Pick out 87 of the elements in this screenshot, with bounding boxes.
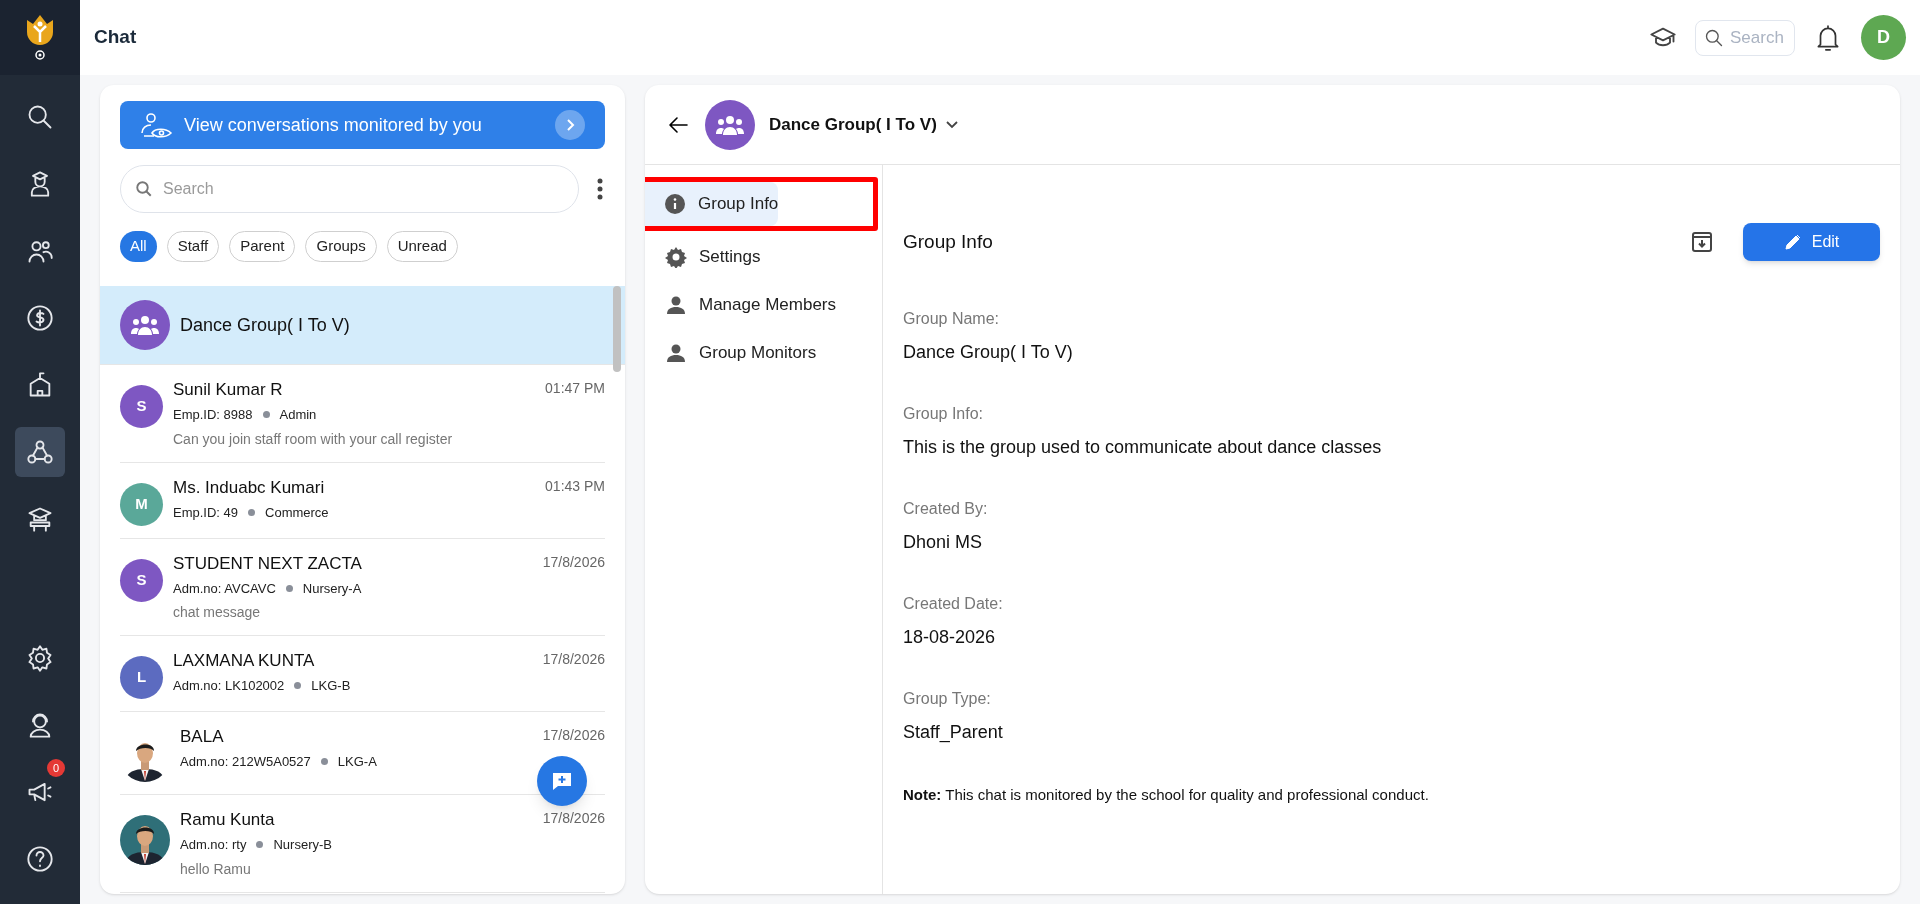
side-tab[interactable]: Manage Members <box>645 283 836 327</box>
contact-tag: LKG-A <box>337 752 377 772</box>
contact-avatar: S <box>120 385 163 428</box>
conversation-row[interactable]: S Sunil Kumar R 01:47 PM Emp.ID: 8988 Admin Can you join staff room with your call register <box>120 365 605 463</box>
filter-chip[interactable]: All <box>120 231 157 262</box>
side-tab[interactable]: Group Info <box>645 182 779 226</box>
message-time: 17/8/2026 <box>542 726 605 745</box>
message-time: 17/8/2026 <box>542 552 605 572</box>
contact-tag: Nursery-A <box>302 578 362 598</box>
contact-id: Adm.no: LK102002 <box>173 677 285 695</box>
header-search-box[interactable]: Search <box>1695 19 1795 56</box>
monitoring-note: Note: This chat is monitored by the school for quality and professional conduct. <box>903 785 1430 805</box>
chat-add-icon[interactable] <box>551 770 573 792</box>
conversation-row[interactable]: Dance Group( I To V) <box>100 286 625 365</box>
side-tab[interactable]: Settings <box>645 235 761 279</box>
contact-name: STUDENT NEXT ZACTA <box>173 552 363 575</box>
search-icon[interactable] <box>26 103 54 131</box>
search-icon <box>1704 27 1724 48</box>
contact-id: Adm.no: rty <box>180 836 247 854</box>
monitored-conversations-banner[interactable]: View conversations monitored by you <box>120 101 605 149</box>
field-value: Dhoni MS <box>903 531 984 554</box>
header-search-field[interactable]: Search <box>1730 24 1786 51</box>
section-heading: Group Info <box>903 229 994 254</box>
field-label: Group Name: <box>903 309 1001 329</box>
contact-id: Emp.ID: 8988 <box>173 406 253 424</box>
conversation-row[interactable]: L LAXMANA KUNTA 17/8/2026 Adm.no: LK102002 LKG-B <box>120 636 605 712</box>
message-preview: chat message <box>173 603 262 622</box>
contact-avatar: S <box>120 558 163 602</box>
contact-name: Sunil Kumar R <box>173 379 284 401</box>
side-tab[interactable]: Group Monitors <box>645 331 817 375</box>
conversation-row[interactable]: S STUDENT NEXT ZACTA 17/8/2026 Adm.no: AVCAVC Nursery-A chat message <box>120 538 605 636</box>
field-value: 18-08-2026 <box>903 626 997 649</box>
field-label: Created Date: <box>903 594 1004 614</box>
pencil-icon <box>1783 233 1802 251</box>
notification-badge: 0 <box>47 759 65 777</box>
edit-button[interactable]: Edit <box>1743 223 1880 261</box>
info-icon <box>664 193 686 215</box>
chevron-right-icon <box>555 110 585 140</box>
contact-name: LAXMANA KUNTA <box>173 650 316 672</box>
contact-tag: Nursery-B <box>273 835 332 855</box>
person-icon <box>665 294 687 316</box>
group-title-dropdown[interactable]: Dance Group( I To V) <box>769 111 959 138</box>
settings-icon[interactable] <box>26 644 54 672</box>
more-options-icon[interactable] <box>595 178 605 200</box>
message-preview: hello Ramu <box>180 859 252 879</box>
conversation-row[interactable]: M Ms. Induabc Kumari 01:43 PM Emp.ID: 49 Commerce <box>120 462 605 539</box>
contact-avatar: L <box>120 656 163 699</box>
message-time: 01:43 PM <box>545 476 605 496</box>
search-icon <box>135 180 153 198</box>
contact-avatar: M <box>120 482 163 526</box>
logo-icon[interactable] <box>25 13 55 62</box>
contact-name: Ms. Induabc Kumari <box>173 476 326 499</box>
field-label: Group Info: <box>903 404 985 424</box>
contact-id: Adm.no: AVCAVC <box>173 579 276 598</box>
contact-name: BALA <box>180 726 225 748</box>
field-value: This is the group used to communicate about dance classes <box>903 436 1383 459</box>
archive-icon[interactable] <box>1691 231 1713 253</box>
person-icon <box>665 342 687 364</box>
dollar-icon[interactable] <box>26 304 54 332</box>
contact-tag: LKG-B <box>311 676 351 696</box>
field-value: Staff_Parent <box>903 721 1004 745</box>
field-label: Group Type: <box>903 689 992 709</box>
message-time: 17/8/2026 <box>542 809 605 828</box>
contact-id: Adm.no: 212W5A0527 <box>180 753 311 771</box>
nav-item-highlight[interactable] <box>15 427 65 477</box>
message-preview: Can you join staff room with your call register <box>173 429 454 449</box>
contact-tag: Commerce <box>265 502 329 522</box>
message-time: 01:47 PM <box>545 379 605 398</box>
field-label: Created By: <box>903 499 989 519</box>
help-icon[interactable] <box>26 845 54 873</box>
page-title: Chat <box>94 25 137 50</box>
message-time: 17/8/2026 <box>542 650 605 669</box>
new-chat-button[interactable] <box>537 756 587 806</box>
gear-icon <box>665 246 687 268</box>
chat-search-field[interactable]: Search <box>163 177 564 201</box>
field-value: Dance Group( I To V) <box>903 341 1074 364</box>
person-eye-icon <box>140 111 174 139</box>
network-icon[interactable] <box>26 438 54 466</box>
group-avatar <box>705 99 755 150</box>
contact-name: Ramu Kunta <box>180 809 276 831</box>
contact-tag: Admin <box>279 405 317 425</box>
chevron-down-icon <box>944 119 959 130</box>
scrollbar-thumb[interactable] <box>613 286 621 372</box>
contact-id: Emp.ID: 49 <box>173 503 239 522</box>
graduation-icon[interactable] <box>26 505 54 533</box>
contact-name: Dance Group( I To V) <box>180 313 351 337</box>
bell-icon[interactable] <box>1815 22 1841 53</box>
